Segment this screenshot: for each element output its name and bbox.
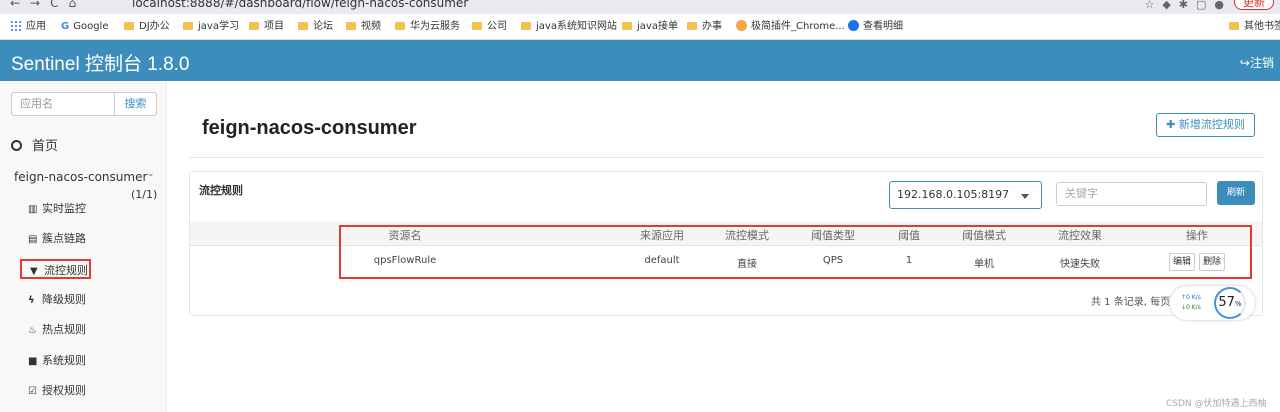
folder-icon <box>622 22 632 30</box>
bookmark-apps[interactable]: 应用 <box>10 20 46 34</box>
sidebar-app-name[interactable]: feign-nacos-consumer <box>14 170 147 184</box>
folder-icon <box>298 22 308 30</box>
update-button[interactable]: 更新 <box>1234 0 1274 10</box>
panel-title: 流控规则 <box>199 184 243 197</box>
network-speed: ↑0 K/s ↓0 K/s <box>1181 293 1201 313</box>
chevron-down-icon[interactable]: ⌄ <box>147 169 155 179</box>
folder-icon <box>249 22 259 30</box>
folder-icon <box>183 22 193 30</box>
lock-icon: ■ <box>28 356 38 367</box>
usage-gauge: 57% <box>1214 287 1246 319</box>
sidebar-item-authority-rules[interactable]: ☑ 授权规则 <box>28 381 86 401</box>
browser-toolbar: ←→C⌂ localhost:8888/#/dashboard/flow/fei… <box>0 0 1280 14</box>
bookmark-folder[interactable]: 公司 <box>472 20 507 34</box>
folder-icon <box>687 22 697 30</box>
app-machine-count: (1/1) <box>131 188 158 201</box>
sidebar-item-degrade-rules[interactable]: ϟ 降级规则 <box>28 290 86 310</box>
apps-icon <box>10 20 21 31</box>
folder-icon <box>472 22 482 30</box>
download-speed: ↓0 K/s <box>1181 304 1201 311</box>
browser-nav-icons[interactable]: ←→C⌂ <box>10 0 86 10</box>
bookmark-other[interactable]: 其他书签 <box>1229 20 1280 34</box>
bookmark-details[interactable]: 查看明细 <box>848 20 903 34</box>
sidebar-item-realtime-monitor[interactable]: ▥ 实时监控 <box>28 199 86 219</box>
bookmark-folder[interactable]: 视频 <box>346 20 381 34</box>
plus-icon: ✚ <box>1166 118 1179 131</box>
bookmark-folder[interactable]: 办事 <box>687 20 722 34</box>
app-search: 搜索 <box>11 92 157 116</box>
network-speed-widget[interactable]: ↑0 K/s ↓0 K/s 57% <box>1170 286 1255 320</box>
folder-icon <box>521 22 531 30</box>
check-icon: ☑ <box>28 386 37 397</box>
bookmark-folder[interactable]: 华为云服务 <box>395 20 460 34</box>
search-button[interactable]: 搜索 <box>114 92 157 116</box>
folder-icon <box>395 22 405 30</box>
folder-icon <box>346 22 356 30</box>
logout-link[interactable]: ↪注销 <box>1240 54 1274 71</box>
upload-speed: ↑0 K/s <box>1181 294 1201 301</box>
bookmark-folder[interactable]: 论坛 <box>298 20 333 34</box>
sidebar-item-flow-rules[interactable]: ▼ 流控规则 <box>20 259 91 279</box>
bookmarks-bar: 应用 G Google DJ办公 java学习 项目 论坛 视频 华为云服务 公司… <box>0 14 1280 40</box>
title-divider <box>189 157 1263 158</box>
sidebar: 搜索 首页 feign-nacos-consumer ⌄ (1/1) ▥实时监控… <box>0 81 167 412</box>
sidebar-item-hotspot-rules[interactable]: ♨ 热点规则 <box>28 320 86 340</box>
flash-icon: ϟ <box>28 295 35 306</box>
google-icon: G <box>61 21 70 32</box>
page-title: feign-nacos-consumer <box>202 117 417 139</box>
watermark: CSDN @伏加特遇上西柚 <box>1166 399 1267 409</box>
add-flow-rule-button[interactable]: ✚ 新增流控规则 <box>1156 113 1255 137</box>
folder-icon <box>1229 22 1239 30</box>
bookmark-extension[interactable]: 极简插件_Chrome... <box>736 20 845 34</box>
sidebar-item-resource-chain[interactable]: ▤ 簇点链路 <box>28 229 86 249</box>
globe-icon <box>848 20 859 31</box>
app-search-input[interactable] <box>11 92 115 116</box>
address-bar[interactable]: localhost:8888/#/dashboard/flow/feign-na… <box>132 0 468 10</box>
dashboard-icon <box>11 140 22 151</box>
app-header: Sentinel 控制台 1.8.0 ↪注销 <box>0 40 1280 81</box>
machine-select[interactable]: 192.168.0.105:8197 <box>889 181 1042 209</box>
sidebar-item-system-rules[interactable]: ■ 系统规则 <box>28 351 86 371</box>
caret-down-icon <box>1021 194 1029 199</box>
bookmark-folder[interactable]: java接单 <box>622 20 678 34</box>
highlight-box <box>339 225 1252 279</box>
sidebar-item-home[interactable]: 首页 <box>11 135 58 154</box>
folder-icon <box>124 22 134 30</box>
bookmark-folder[interactable]: DJ办公 <box>124 20 170 34</box>
rainbow-icon <box>736 20 747 31</box>
filter-icon: ▼ <box>30 266 38 277</box>
bookmark-folder[interactable]: 项目 <box>249 20 284 34</box>
bookmark-folder[interactable]: java学习 <box>183 20 239 34</box>
list-icon: ▤ <box>28 234 38 245</box>
refresh-button[interactable]: 刷新 <box>1217 181 1255 205</box>
extension-icons[interactable]: ☆◆✱▢● <box>1144 0 1232 11</box>
sign-out-icon: ↪ <box>1239 56 1250 70</box>
bar-chart-icon: ▥ <box>28 204 38 215</box>
bookmark-folder[interactable]: java系统知识网站 <box>521 20 617 34</box>
fire-icon: ♨ <box>28 325 37 336</box>
bookmark-google[interactable]: G Google <box>61 20 108 34</box>
pagination-info: 共 1 条记录, 每页 <box>1091 297 1171 308</box>
app-title: Sentinel 控制台 1.8.0 <box>11 54 190 75</box>
keyword-input[interactable] <box>1056 182 1207 206</box>
